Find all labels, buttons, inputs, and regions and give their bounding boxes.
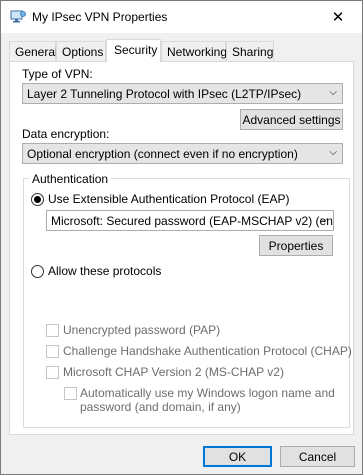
cancel-button[interactable]: Cancel — [280, 446, 355, 467]
window-title: My IPsec VPN Properties — [32, 10, 168, 24]
auto-logon-label-line1: Automatically use my Windows logon name … — [80, 386, 335, 400]
mschap-v2-checkbox[interactable] — [46, 366, 59, 379]
tab-strip: General Options Security Networking Shar… — [9, 39, 354, 62]
tab-sharing[interactable]: Sharing — [226, 41, 274, 61]
security-tab-panel: Type of VPN: Layer 2 Tunneling Protocol … — [9, 61, 354, 435]
close-icon: ✕ — [331, 9, 345, 26]
vpn-type-dropdown[interactable]: Layer 2 Tunneling Protocol with IPsec (L… — [22, 83, 343, 104]
eap-method-value: Microsoft: Secured password (EAP-MSCHAP … — [51, 214, 334, 228]
auto-logon-checkbox[interactable] — [64, 387, 77, 400]
use-eap-label[interactable]: Use Extensible Authentication Protocol (… — [48, 192, 289, 206]
ok-button[interactable]: OK — [203, 446, 272, 467]
pap-checkbox[interactable] — [46, 324, 59, 337]
mschap-v2-label: Microsoft CHAP Version 2 (MS-CHAP v2) — [63, 365, 284, 379]
chap-label: Challenge Handshake Authentication Proto… — [63, 344, 352, 358]
authentication-legend: Authentication — [29, 172, 112, 186]
data-encryption-value: Optional encryption (connect even if no … — [27, 147, 298, 161]
advanced-settings-button[interactable]: Advanced settings — [240, 109, 343, 130]
data-encryption-dropdown[interactable]: Optional encryption (connect even if no … — [22, 143, 343, 164]
radio-selected-dot — [34, 196, 41, 203]
chevron-down-icon: ⌵ — [320, 214, 328, 225]
close-button[interactable]: ✕ — [315, 1, 361, 33]
vpn-type-value: Layer 2 Tunneling Protocol with IPsec (L… — [27, 87, 302, 101]
vpn-type-label: Type of VPN: — [22, 67, 93, 81]
allow-protocols-label[interactable]: Allow these protocols — [48, 264, 161, 278]
pap-label: Unencrypted password (PAP) — [63, 323, 221, 337]
chevron-down-icon: ⌵ — [329, 147, 337, 158]
tab-security[interactable]: Security — [106, 39, 161, 62]
data-encryption-label: Data encryption: — [22, 127, 110, 141]
eap-method-dropdown[interactable]: Microsoft: Secured password (EAP-MSCHAP … — [46, 210, 334, 231]
chap-checkbox[interactable] — [46, 345, 59, 358]
tab-options[interactable]: Options — [56, 41, 106, 61]
auto-logon-label-line2: password (and domain, if any) — [80, 400, 241, 414]
chevron-down-icon: ⌵ — [329, 87, 337, 98]
title-bar: My IPsec VPN Properties ✕ — [1, 1, 362, 33]
allow-protocols-radio[interactable] — [31, 265, 44, 278]
vpn-properties-dialog: My IPsec VPN Properties ✕ General Option… — [0, 0, 363, 475]
tab-general[interactable]: General — [9, 41, 58, 61]
properties-button[interactable]: Properties — [259, 235, 333, 256]
tab-networking[interactable]: Networking — [161, 41, 227, 61]
network-connection-icon — [10, 10, 26, 24]
use-eap-radio[interactable] — [31, 193, 44, 206]
